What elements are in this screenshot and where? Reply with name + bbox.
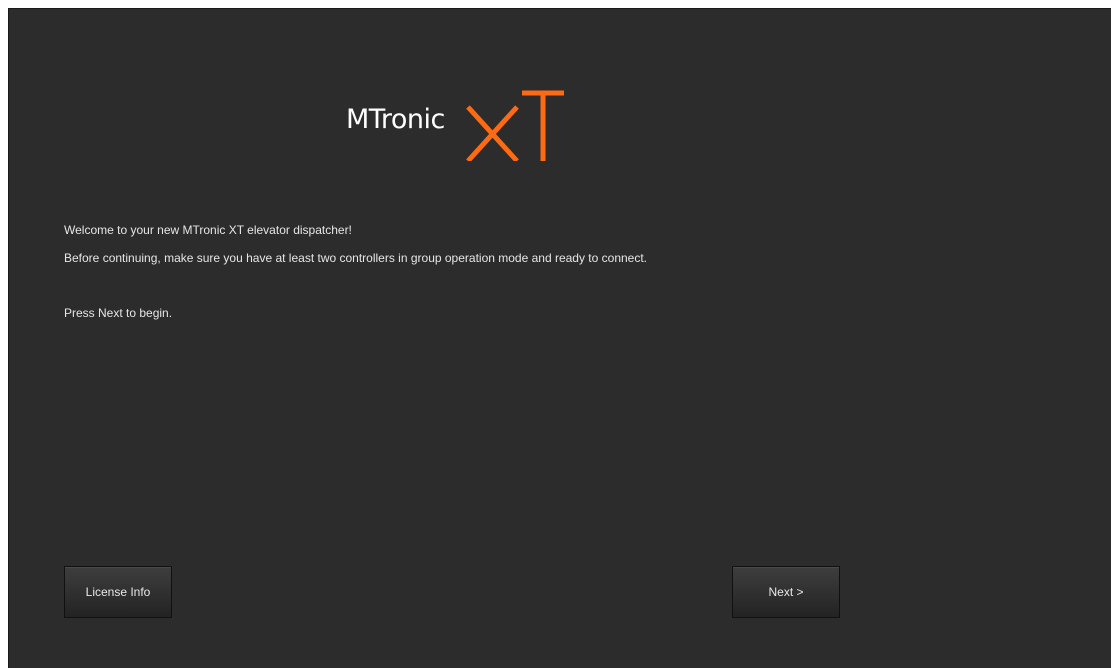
- mtronic-xt-logo: MTronic XT: [346, 81, 576, 171]
- license-info-button[interactable]: License Info: [64, 566, 172, 618]
- instruction-text: Before continuing, make sure you have at…: [64, 251, 648, 265]
- logo-xt-mark: [466, 90, 564, 161]
- press-next-text: Press Next to begin.: [64, 306, 173, 320]
- license-info-label: License Info: [85, 585, 151, 599]
- welcome-text: Welcome to your new MTronic XT elevator …: [64, 223, 352, 237]
- next-button[interactable]: Next >: [732, 566, 840, 618]
- setup-wizard-window: MTronic XT Welcome to your new MTronic X…: [8, 8, 1111, 668]
- screen: MTronic XT Welcome to your new MTronic X…: [0, 0, 1111, 668]
- logo-main-text: MTronic: [346, 104, 445, 135]
- next-label: Next >: [768, 585, 804, 599]
